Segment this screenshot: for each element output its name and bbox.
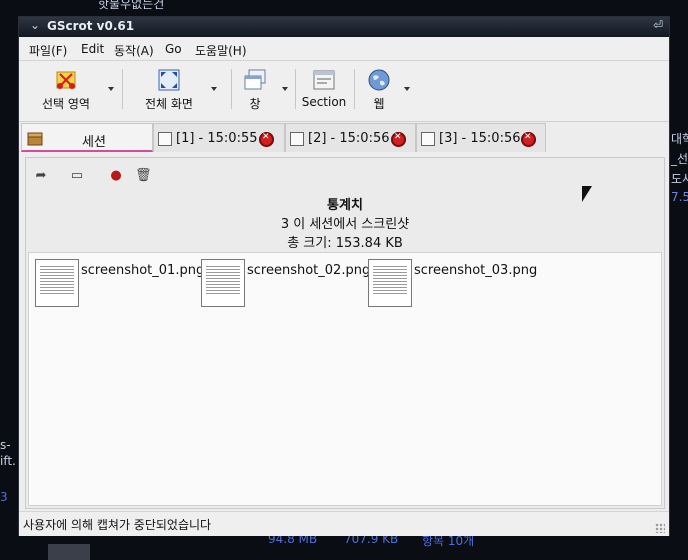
- menu-file[interactable]: 파일(F): [29, 42, 67, 59]
- file-thumbnail: [35, 259, 79, 307]
- select-area-label: 선택 영역: [42, 97, 90, 111]
- stats-count: 3 이 세션에서 스크린샷: [280, 217, 410, 232]
- trash-icon[interactable]: 🗑: [135, 168, 152, 184]
- file-name: screenshot_01.png: [81, 263, 205, 278]
- desktop-right-text-4: 7.5: [671, 190, 688, 204]
- session-tabs: 세션 [1] - 15:0:55 [2] - 15:0:56 [3] - 15:…: [21, 121, 667, 154]
- file-item[interactable]: screenshot_02.png: [201, 259, 370, 309]
- session-box-icon: [27, 132, 43, 146]
- web-label: 웹: [373, 97, 385, 111]
- close-tab-icon[interactable]: [391, 132, 406, 147]
- stats-total-size: 총 크기: 153.84 KB: [287, 236, 403, 251]
- tab-screenshot-2-label: [2] - 15:0:56: [308, 131, 390, 146]
- menu-go[interactable]: Go: [165, 42, 182, 56]
- scissors-icon: [56, 71, 76, 89]
- window-button[interactable]: 창: [239, 61, 271, 117]
- stats-heading: 통계치: [327, 198, 363, 213]
- tab-screenshot-1-label: [1] - 15:0:55: [176, 131, 258, 146]
- tab-session-label: 세션: [82, 135, 106, 150]
- file-item[interactable]: screenshot_01.png: [35, 259, 204, 309]
- desktop-text-top: 핫불우없는건: [98, 0, 165, 11]
- toolbar-separator: [354, 69, 355, 109]
- toolbar-separator: [231, 69, 232, 109]
- tab-screenshot-3[interactable]: [3] - 15:0:56: [416, 123, 546, 152]
- section-icon: [313, 70, 335, 90]
- toolbar-separator: [295, 69, 296, 109]
- select-area-dropdown-icon[interactable]: [108, 87, 114, 91]
- statusbar: 사용자에 의해 캡쳐가 중단되었습니다: [19, 511, 669, 536]
- desktop-right-text-1: 대학: [671, 132, 688, 146]
- close-icon[interactable]: ⏎: [653, 18, 663, 32]
- menu-actions[interactable]: 동작(A): [114, 42, 154, 59]
- file-item[interactable]: screenshot_03.png: [368, 259, 537, 309]
- mouse-cursor: [582, 186, 592, 202]
- upload-icon[interactable]: ●: [108, 168, 124, 184]
- toolbar: 선택 영역 전체 화면 창 Section 웹: [19, 61, 669, 122]
- fullscreen-label: 전체 화면: [145, 97, 193, 111]
- screenshot-thumb-icon: [290, 132, 304, 146]
- desktop-left-text-1: s-: [0, 438, 11, 452]
- tab-screenshot-3-label: [3] - 15:0:56: [439, 131, 521, 146]
- titlebar[interactable]: ⌄ GScrot v0.61 ⏎: [19, 17, 669, 37]
- chevron-down-icon[interactable]: ⌄: [30, 18, 40, 32]
- file-thumbnail: [368, 259, 412, 307]
- screenshot-thumb-icon: [158, 132, 172, 146]
- close-tab-icon[interactable]: [259, 132, 274, 147]
- screenshot-thumb-icon: [421, 132, 435, 146]
- section-button[interactable]: Section: [301, 61, 347, 117]
- toolbar-separator: [122, 69, 123, 109]
- window-label: 창: [249, 97, 261, 111]
- file-thumbnail: [201, 259, 245, 307]
- window-title: GScrot v0.61: [47, 19, 135, 33]
- session-statistics: 통계치 3 이 세션에서 스크린샷 총 크기: 153.84 KB: [26, 194, 664, 251]
- fullscreen-dropdown-icon[interactable]: [211, 87, 217, 91]
- menu-help[interactable]: 도움말(H): [195, 42, 247, 59]
- desktop-left-text-3: 3: [0, 490, 8, 504]
- file-name: screenshot_02.png: [247, 263, 371, 278]
- send-icon[interactable]: ➦: [33, 168, 49, 184]
- tab-screenshot-1[interactable]: [1] - 15:0:55: [153, 123, 285, 152]
- session-content: ➦ ▭ ● 🗑 통계치 3 이 세션에서 스크린샷 총 크기: 153.84 K…: [25, 157, 665, 509]
- file-name: screenshot_03.png: [414, 263, 538, 278]
- web-dropdown-icon[interactable]: [404, 87, 410, 91]
- desktop-right-text-2: _선: [671, 152, 688, 166]
- tab-screenshot-2[interactable]: [2] - 15:0:56: [285, 123, 416, 152]
- menubar: 파일(F) Edit 동작(A) Go 도움말(H): [19, 38, 669, 61]
- menu-edit[interactable]: Edit: [81, 42, 104, 56]
- status-message: 사용자에 의해 캡쳐가 중단되었습니다: [23, 518, 212, 532]
- tab-session[interactable]: 세션: [21, 123, 153, 152]
- desktop-taskbar-item[interactable]: [48, 544, 90, 560]
- fullscreen-icon: [158, 69, 180, 91]
- desktop-left-text-2: ift.: [0, 454, 16, 468]
- resize-grip[interactable]: [655, 523, 665, 533]
- fullscreen-button[interactable]: 전체 화면: [132, 61, 206, 117]
- web-button[interactable]: 웹: [363, 61, 395, 117]
- globe-icon: [368, 69, 390, 91]
- file-list: screenshot_01.png screenshot_02.png scre…: [28, 252, 662, 506]
- desktop-right-text-3: 도사: [671, 172, 688, 186]
- window-icon: [244, 69, 266, 90]
- print-icon[interactable]: ▭: [69, 168, 85, 184]
- select-area-button[interactable]: 선택 영역: [29, 61, 103, 117]
- section-label: Section: [301, 95, 347, 109]
- gscrot-window: ⌄ GScrot v0.61 ⏎ 파일(F) Edit 동작(A) Go 도움말…: [18, 16, 670, 536]
- close-tab-icon[interactable]: [521, 132, 536, 147]
- window-dropdown-icon[interactable]: [282, 87, 288, 91]
